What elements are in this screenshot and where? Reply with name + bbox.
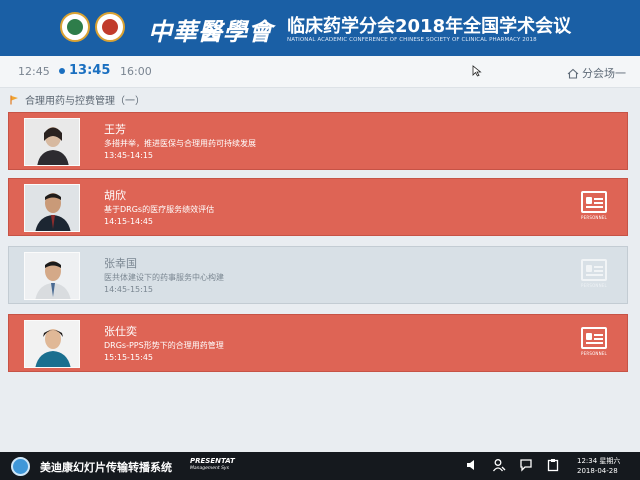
session-card[interactable]: 王芳 多措并举，推进医保与合理用药可持续发展 13:45-14:15 [8,112,628,170]
app-logo-icon[interactable] [11,457,30,476]
app-brand: PRESENTAT Management Sys [190,457,235,473]
flag-icon [10,95,18,104]
speaker-name: 王芳 [104,123,126,136]
section-title: 合理用药与控费管理（一） [10,92,145,107]
session-card[interactable]: 胡欣 基于DRGs的医疗服务绩效评估 14:15-14:45 PERSONNEL [8,178,628,236]
session-card[interactable]: 张幸国 医共体建设下的药事服务中心构建 14:45-15:15 PERSONNE… [8,246,628,304]
session-topic: 基于DRGs的医疗服务绩效评估 [104,205,215,214]
session-time: 15:15-15:45 [104,353,153,362]
session-topic: 多措并举，推进医保与合理用药可持续发展 [104,139,256,148]
speaker-photo [24,252,80,300]
current-time-dot-icon [59,68,65,74]
speaker-photo [24,118,80,166]
speaker-name: 胡欣 [104,189,126,202]
speaker-photo [24,184,80,232]
speaker-name: 张幸国 [104,257,137,270]
venue-selector[interactable]: 分会场一 [567,65,626,81]
home-icon [567,68,579,79]
personnel-label: PERSONNEL [581,215,607,220]
personnel-card-icon[interactable]: PERSONNEL [579,191,609,225]
session-time: 14:45-15:15 [104,285,153,294]
society-logo-icon [60,12,90,42]
volume-icon[interactable] [465,458,479,472]
session-card[interactable]: 张仕奕 DRGs-PPS形势下的合理用药管理 15:15-15:45 PERSO… [8,314,628,372]
venue-label: 分会场一 [582,67,626,80]
session-time: 13:45-14:15 [104,151,153,160]
session-topic: 医共体建设下的药事服务中心构建 [104,273,224,282]
timeline-bar: 12:45 13:45 16:00 [0,56,640,88]
personnel-card-icon[interactable]: PERSONNEL [579,327,609,361]
app-title: 美迪康幻灯片传输转播系统 [40,461,172,474]
cursor-icon [472,65,482,77]
conference-title: 临床药学分会2018年全国学术会议 [287,16,572,37]
association-logo-icon [95,12,125,42]
session-time: 14:15-14:45 [104,217,153,226]
app-brand-line2: Management Sys [190,466,229,471]
session-topic: DRGs-PPS形势下的合理用药管理 [104,341,224,350]
personnel-label: PERSONNEL [581,283,607,288]
user-icon[interactable] [492,458,506,472]
clock-time: 12:34 星期六 [577,457,621,465]
time-slot-current[interactable]: 13:45 [69,63,110,78]
taskbar: 美迪康幻灯片传输转播系统 PRESENTAT Management Sys 12… [0,452,640,480]
personnel-label: PERSONNEL [581,351,607,356]
speaker-name: 张仕奕 [104,325,137,338]
chat-icon[interactable] [519,458,533,472]
clipboard-icon[interactable] [546,458,560,472]
conference-subtitle: NATIONAL ACADEMIC CONFERENCE OF CHINESE … [287,37,537,43]
time-slot-next[interactable]: 16:00 [120,65,152,78]
brand-logo-text: 中華醫學會 [148,17,273,46]
clock-date: 2018-04-28 [577,467,618,475]
personnel-card-icon[interactable]: PERSONNEL [579,259,609,293]
speaker-photo [24,320,80,368]
app-brand-line1: PRESENTAT [190,457,235,465]
conference-header: 中華醫學會 临床药学分会2018年全国学术会议 NATIONAL ACADEMI… [0,0,640,56]
system-clock: 12:34 星期六 2018-04-28 [577,456,620,476]
section-title-text: 合理用药与控费管理（一） [25,96,145,107]
time-slot-prev[interactable]: 12:45 [18,65,50,78]
